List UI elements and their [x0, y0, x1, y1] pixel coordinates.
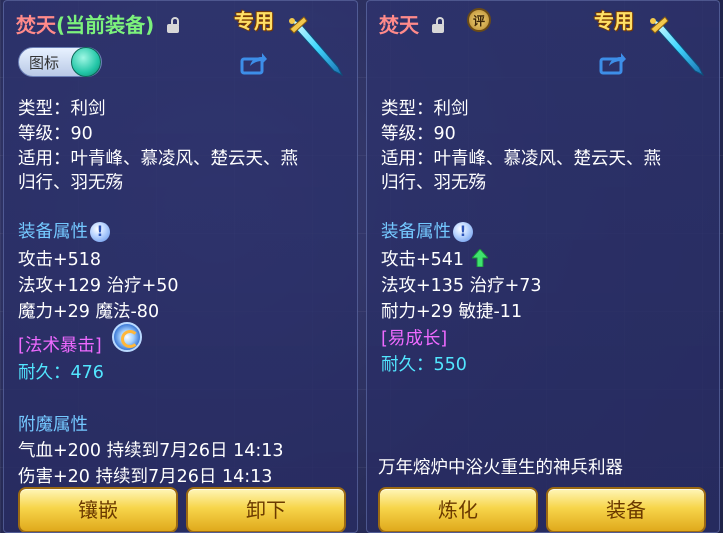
up-arrow-icon — [471, 249, 488, 267]
item-description: 万年熔炉中浴火重生的神兵利器 — [378, 458, 623, 478]
enchant-title: 附魔属性 — [18, 415, 88, 435]
durability-label: 耐久： — [18, 363, 71, 383]
applicable-line-1: 适用：叶青峰、慕凌风、楚云天、燕 — [381, 149, 661, 169]
exclusive-label: 专用 — [594, 9, 634, 33]
applicable-line-2: 归行、羽无殇 — [18, 173, 123, 193]
lock-icon[interactable] — [431, 17, 446, 33]
attack-line: 攻击+518 — [18, 250, 102, 270]
refine-button[interactable]: 炼化 — [378, 487, 538, 532]
applicable-line-2: 归行、羽无殇 — [381, 173, 486, 193]
type-line: 类型：利剑 — [18, 99, 106, 119]
type-line: 类型：利剑 — [381, 99, 469, 119]
durability-value: 476 — [70, 363, 104, 383]
inlay-button[interactable]: 镶嵌 — [18, 487, 178, 532]
special-skill: [法术暴击] — [18, 336, 102, 356]
level-line: 等级：90 — [381, 124, 456, 144]
attributes-title: 装备属性! — [18, 218, 110, 243]
durability-line: 耐久：550 — [381, 351, 467, 376]
sword-icon — [289, 16, 344, 77]
equip-button[interactable]: 装备 — [546, 487, 706, 532]
applicable-line-1: 适用：叶青峰、慕凌风、楚云天、燕 — [18, 149, 298, 169]
toggle-knob — [71, 47, 101, 77]
item-name-text: 焚天 — [379, 13, 419, 37]
attack-line: 攻击+541 — [381, 246, 488, 271]
unequip-button[interactable]: 卸下 — [186, 487, 346, 532]
attributes-title: 装备属性! — [381, 218, 473, 243]
equipped-tag: (当前装备) — [56, 13, 155, 37]
attack-text: 攻击+541 — [381, 250, 465, 270]
icon-toggle-label: 图标 — [29, 54, 60, 72]
skill-icon[interactable] — [112, 322, 142, 352]
durability-label: 耐久： — [381, 355, 434, 375]
mana-line: 魔力+29 魔法-80 — [18, 302, 160, 322]
item-name: 焚天(当前装备) — [16, 9, 181, 38]
exclusive-label: 专用 — [234, 9, 274, 33]
special-trait: [易成长] — [381, 329, 448, 349]
item-name-text: 焚天 — [16, 13, 56, 37]
item-name: 焚天 — [379, 9, 446, 38]
lock-icon[interactable] — [167, 17, 181, 33]
info-icon[interactable]: ! — [90, 222, 110, 242]
stamina-agility-line: 耐力+29 敏捷-11 — [381, 302, 523, 322]
durability-value: 550 — [433, 355, 467, 375]
magic-heal-line: 法攻+129 治疗+50 — [18, 276, 179, 296]
sword-icon — [650, 16, 705, 77]
enchant-line-1: 气血+200 持续到7月26日 14:13 — [18, 441, 284, 461]
durability-line: 耐久：476 — [18, 359, 104, 384]
info-icon[interactable]: ! — [453, 222, 473, 242]
share-icon[interactable] — [599, 51, 627, 75]
rating-badge-icon[interactable]: 评 — [467, 8, 491, 32]
enchant-line-2: 伤害+20 持续到7月26日 14:13 — [18, 467, 273, 487]
share-icon[interactable] — [240, 51, 268, 75]
icon-toggle[interactable]: 图标 — [18, 47, 102, 77]
magic-heal-line: 法攻+135 治疗+73 — [381, 276, 542, 296]
level-line: 等级：90 — [18, 124, 93, 144]
compare-equipment-tooltip: 焚天 评 专用 类型：利剑 等级：90 适用：叶青峰、慕凌风、楚云天、燕 归行、… — [366, 0, 720, 533]
attributes-title-text: 装备属性 — [381, 222, 451, 242]
current-equipment-tooltip: 焚天(当前装备) 专用 图标 类型：利剑 等级：90 适用：叶青峰、慕凌风、楚云… — [3, 0, 358, 533]
attributes-title-text: 装备属性 — [18, 222, 88, 242]
